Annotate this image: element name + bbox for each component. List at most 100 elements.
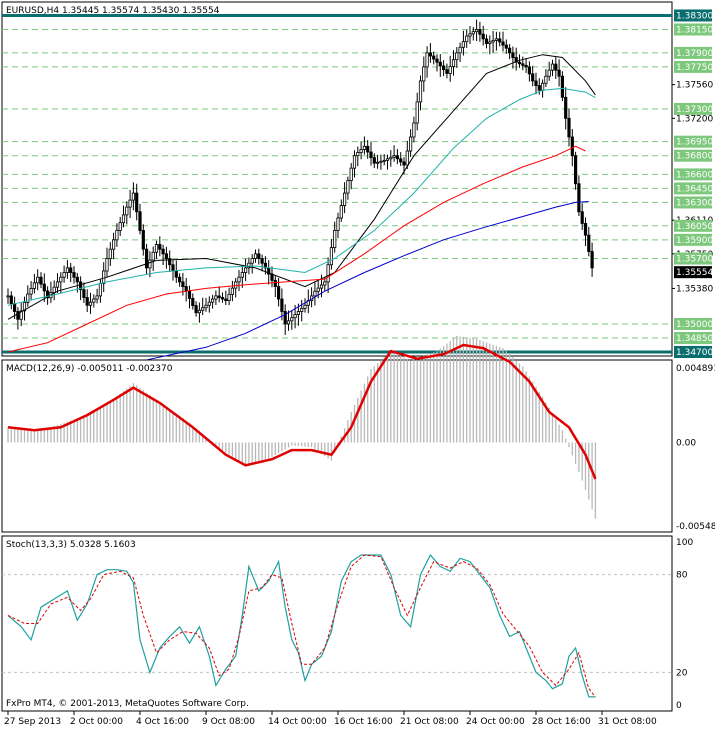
candle-body (319, 284, 324, 289)
candle-body (488, 41, 492, 44)
candle-body (422, 66, 426, 82)
candle-body (441, 65, 446, 71)
time-label: 21 Oct 08:00 (400, 717, 459, 727)
candle-body (214, 295, 218, 300)
candle-body (85, 297, 89, 306)
candle-body (36, 276, 40, 284)
candle-body (372, 157, 376, 164)
candle-body (359, 149, 363, 153)
candle-body (201, 307, 205, 311)
candle-body (62, 272, 66, 278)
candle-body (557, 69, 561, 77)
stoch-axis-label: 100 (676, 538, 693, 548)
candle-body (574, 155, 578, 185)
candle-body (164, 253, 168, 259)
candle-body (342, 192, 347, 206)
candle-body (580, 211, 584, 224)
candle-body (210, 298, 215, 303)
time-label: 27 Sep 2013 (4, 717, 61, 727)
candle-body (468, 33, 472, 37)
candle-body (366, 145, 370, 153)
time-label: 24 Oct 00:00 (466, 717, 525, 727)
candle-body (484, 38, 489, 44)
candle-body (131, 192, 135, 201)
price-label: 1.38150 (676, 26, 713, 36)
candle-body (72, 272, 76, 278)
candle-body (333, 230, 337, 249)
price-label: 1.36950 (676, 138, 713, 148)
candle-body (12, 303, 17, 312)
candle-body (527, 66, 532, 75)
candle-body (125, 206, 129, 216)
candle-body (385, 158, 390, 161)
candle-body (541, 82, 545, 91)
candle-body (352, 155, 357, 169)
candle-body (174, 270, 178, 278)
candle-body (428, 52, 433, 57)
price-title: EURUSD,H4 1.35445 1.35574 1.35430 1.3555… (6, 6, 220, 16)
candle-body (194, 305, 198, 314)
price-frame (1, 1, 673, 357)
candle-body (362, 145, 367, 150)
candle-body (504, 44, 508, 49)
candle-body (135, 192, 139, 213)
time-axis: 27 Sep 2013 2 Oct 00:00 4 Oct 16:00 9 Oct 0… (4, 711, 657, 727)
candle-body (349, 167, 353, 182)
candle-body (128, 199, 132, 208)
candle-body (356, 152, 360, 157)
price-label: 1.38300 (676, 11, 713, 21)
candle-body (207, 301, 211, 306)
candle-body (534, 80, 538, 86)
candle-body (583, 223, 588, 236)
candle-body (560, 75, 565, 98)
time-label: 16 Oct 16:00 (334, 717, 393, 727)
candle-body (237, 276, 241, 283)
time-label: 2 Oct 00:00 (70, 717, 123, 727)
candle-body (474, 29, 479, 33)
candle-body (408, 136, 413, 152)
candle-body (88, 301, 93, 306)
candle-body (300, 307, 304, 312)
candle-body (52, 286, 56, 293)
candle-body (98, 283, 102, 297)
candle-body (273, 279, 277, 287)
candle-body (438, 61, 442, 67)
candle-body (230, 287, 234, 295)
candle-body (217, 295, 221, 298)
price-panel: 1.383001.381501.379001.377501.375601.373… (1, 1, 713, 400)
price-label: 1.36050 (676, 222, 713, 232)
macd-axis-label: -0.005483 (676, 522, 715, 532)
candle-body (412, 122, 416, 138)
candle-body (445, 69, 449, 74)
candle-body (181, 281, 185, 287)
candle-body (478, 29, 482, 35)
candle-body (455, 52, 459, 61)
price-tick-label: 1.37200 (676, 114, 713, 124)
candle-body (42, 283, 46, 292)
candle-body (524, 64, 528, 68)
candle-body (501, 41, 505, 46)
time-label: 31 Oct 08:00 (598, 717, 657, 727)
candle-body (204, 304, 208, 309)
candle-body (471, 31, 475, 35)
price-tick-label: 1.35380 (676, 284, 713, 294)
candle-body (187, 290, 192, 299)
price-label: 1.35000 (676, 320, 713, 330)
time-label: 4 Oct 16:00 (136, 717, 189, 727)
candle-body (95, 295, 99, 300)
copyright-text: FxPro MT4, © 2001-2013, MetaQuotes Softw… (6, 699, 249, 709)
candle-body (184, 286, 188, 292)
candle-body (141, 230, 145, 250)
candle-body (121, 214, 126, 224)
candle-body (587, 234, 591, 252)
candle-body (415, 101, 419, 124)
candle-body (280, 298, 284, 312)
candle-body (154, 244, 159, 253)
candle-body (171, 264, 175, 272)
price-label: 1.37750 (676, 63, 713, 73)
candle-body (6, 295, 10, 298)
candle-body (323, 281, 327, 286)
candle-body (29, 288, 33, 295)
price-label: 1.35900 (676, 236, 713, 246)
candle-body (537, 85, 541, 91)
